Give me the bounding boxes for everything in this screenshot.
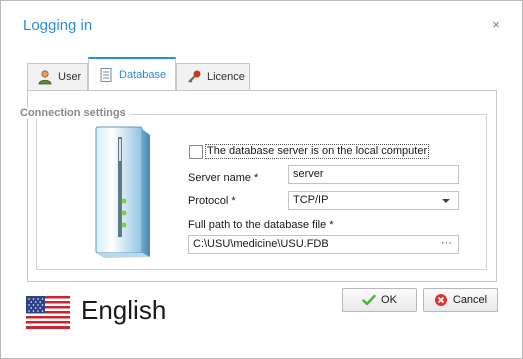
close-icon[interactable]: × bbox=[489, 18, 503, 32]
server-name-field[interactable]: server bbox=[288, 165, 459, 184]
database-path-field[interactable]: C:\USU\medicine\USU.FDB ··· bbox=[188, 235, 459, 254]
server-icon bbox=[95, 126, 150, 258]
checkmark-icon bbox=[362, 293, 376, 307]
protocol-label: Protocol * bbox=[188, 195, 236, 207]
cancel-button[interactable]: Cancel bbox=[423, 288, 498, 312]
chevron-down-icon[interactable] bbox=[442, 199, 450, 203]
ok-button[interactable]: OK bbox=[342, 288, 417, 312]
tab-licence[interactable]: Licence bbox=[176, 63, 250, 90]
protocol-value: TCP/IP bbox=[293, 194, 329, 206]
server-name-label: Server name * bbox=[188, 172, 259, 184]
tab-database[interactable]: Database bbox=[88, 57, 176, 90]
tab-user[interactable]: User bbox=[27, 63, 88, 90]
browse-button[interactable]: ··· bbox=[441, 235, 452, 252]
path-label: Full path to the database file * bbox=[188, 219, 334, 231]
protocol-dropdown[interactable]: TCP/IP bbox=[288, 191, 459, 210]
user-icon bbox=[37, 69, 53, 85]
database-path-value: C:\USU\medicine\USU.FDB bbox=[193, 238, 329, 250]
language-name[interactable]: English bbox=[81, 295, 166, 326]
local-server-checkbox[interactable] bbox=[189, 145, 203, 159]
tab-user-label: User bbox=[58, 71, 82, 83]
cancel-icon bbox=[434, 293, 448, 307]
database-document-icon bbox=[98, 67, 114, 83]
us-flag-icon[interactable] bbox=[26, 296, 70, 329]
dialog-title: Logging in bbox=[23, 17, 93, 34]
server-name-value: server bbox=[293, 168, 324, 180]
cancel-label: Cancel bbox=[452, 294, 488, 306]
group-title: Connection settings bbox=[16, 107, 130, 119]
tab-database-label: Database bbox=[119, 68, 167, 81]
key-icon bbox=[186, 69, 202, 85]
ok-label: OK bbox=[381, 294, 397, 306]
tab-licence-label: Licence bbox=[207, 71, 245, 83]
local-server-label[interactable]: The database server is on the local comp… bbox=[205, 144, 430, 159]
